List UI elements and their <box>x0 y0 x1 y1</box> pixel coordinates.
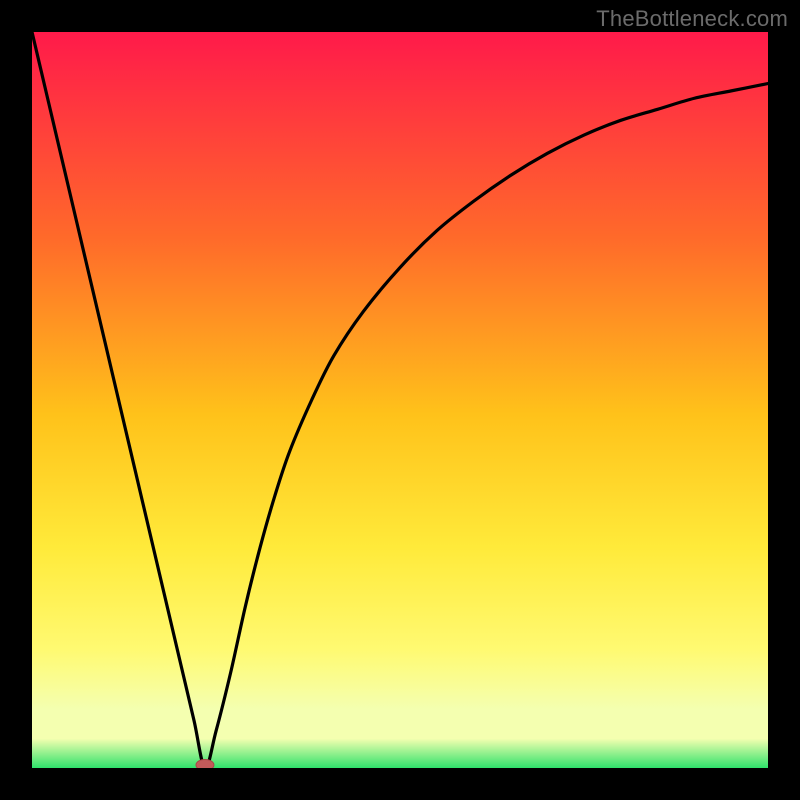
watermark-text: TheBottleneck.com <box>596 6 788 32</box>
chart-frame: TheBottleneck.com <box>0 0 800 800</box>
min-marker <box>196 760 214 769</box>
bottleneck-curve <box>32 32 768 768</box>
plot-area <box>32 32 768 768</box>
